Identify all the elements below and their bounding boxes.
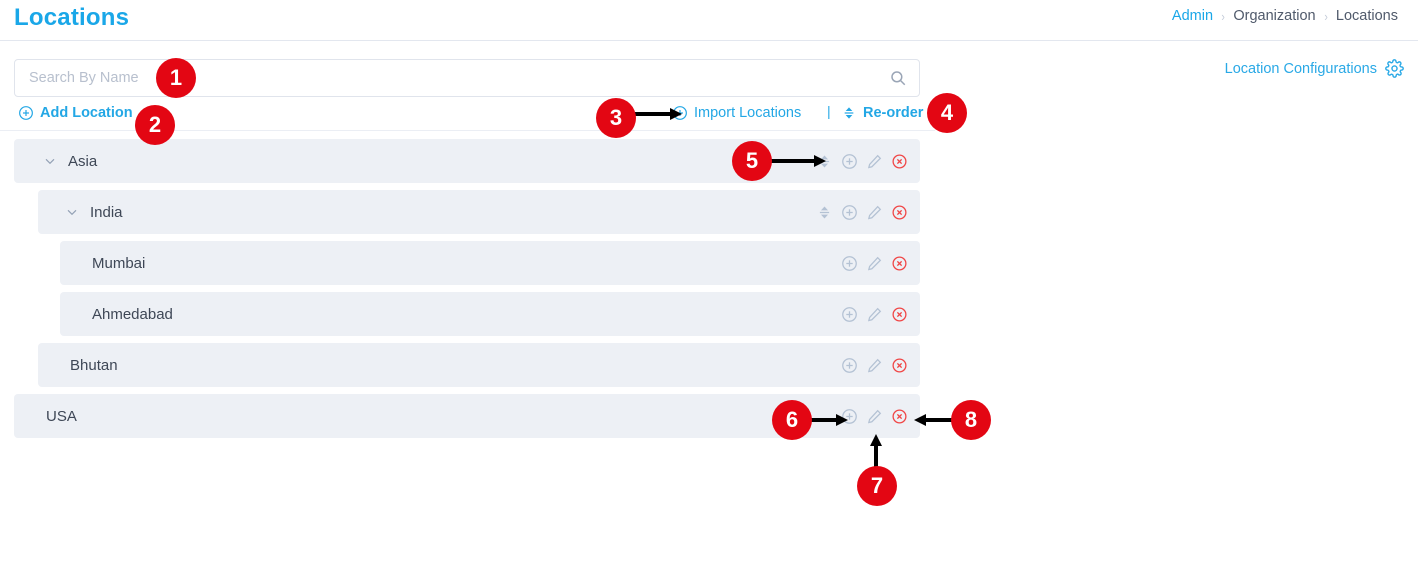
page-header: Locations Admin › Organization › Locatio…: [0, 0, 1418, 41]
tree-row-actions: [816, 139, 908, 183]
page-title: Locations: [14, 4, 130, 31]
annotation-arrow-7: [870, 434, 882, 468]
tree-row[interactable]: India: [38, 190, 920, 234]
annotation-marker-2: 2: [135, 105, 175, 145]
tree-row-label: Mumbai: [92, 254, 146, 272]
location-configurations-button[interactable]: Location Configurations: [1225, 59, 1404, 78]
tree-row-actions: [841, 343, 908, 387]
import-locations-label: Import Locations: [694, 105, 802, 121]
row-delete-icon[interactable]: [891, 306, 908, 323]
chevron-down-icon[interactable]: [42, 153, 58, 169]
plus-circle-icon: [19, 106, 33, 120]
annotation-arrow-5: [768, 155, 826, 167]
breadcrumb-item-organization[interactable]: Organization: [1227, 8, 1321, 24]
add-location-button[interactable]: Add Location: [18, 101, 133, 125]
row-edit-icon[interactable]: [866, 357, 883, 374]
annotation-marker-4: 4: [927, 93, 967, 133]
reorder-button[interactable]: Re-order: [841, 101, 923, 125]
breadcrumb-item-locations: Locations: [1335, 8, 1398, 24]
tree-row-label: India: [90, 203, 123, 221]
search-icon[interactable]: [889, 69, 907, 87]
row-add-icon[interactable]: [841, 153, 858, 170]
annotation-marker-8: 8: [951, 400, 991, 440]
annotation-marker-7: 7: [857, 466, 897, 506]
annotation-arrow-8: [914, 414, 952, 426]
tree-row-actions: [841, 241, 908, 285]
row-edit-icon[interactable]: [866, 204, 883, 221]
tree-row-actions: [816, 190, 908, 234]
gear-icon[interactable]: [1385, 59, 1404, 78]
row-delete-icon[interactable]: [891, 255, 908, 272]
row-edit-icon[interactable]: [866, 306, 883, 323]
annotation-marker-5: 5: [732, 141, 772, 181]
tree-row-actions: [841, 394, 908, 438]
search-input[interactable]: [15, 60, 881, 96]
tree-row-label: USA: [46, 407, 77, 425]
tree-row-label: Ahmedabad: [92, 305, 173, 323]
tree-row[interactable]: Ahmedabad: [60, 292, 920, 336]
tree-row[interactable]: Mumbai: [60, 241, 920, 285]
location-configurations-label: Location Configurations: [1224, 60, 1377, 77]
row-add-icon[interactable]: [841, 357, 858, 374]
breadcrumb-item-admin[interactable]: Admin: [1166, 8, 1219, 24]
row-add-icon[interactable]: [841, 306, 858, 323]
row-delete-icon[interactable]: [891, 357, 908, 374]
annotation-marker-3: 3: [596, 98, 636, 138]
row-delete-icon[interactable]: [891, 204, 908, 221]
annotation-marker-1: 1: [156, 58, 196, 98]
search-box[interactable]: [14, 59, 920, 97]
row-edit-icon[interactable]: [866, 255, 883, 272]
annotation-marker-6: 6: [772, 400, 812, 440]
chevron-down-icon[interactable]: [64, 204, 80, 220]
row-delete-icon[interactable]: [891, 153, 908, 170]
row-delete-icon[interactable]: [891, 408, 908, 425]
row-add-icon[interactable]: [841, 204, 858, 221]
toolbar-separator: |: [827, 103, 831, 119]
locations-page: Locations Admin › Organization › Locatio…: [0, 0, 1418, 585]
chevron-right-icon: ›: [1324, 8, 1328, 24]
annotation-arrow-6: [810, 414, 848, 426]
row-reorder-icon[interactable]: [816, 204, 833, 221]
add-location-label: Add Location: [40, 105, 133, 121]
chevron-right-icon: ›: [1221, 8, 1225, 24]
breadcrumb: Admin › Organization › Locations: [1166, 8, 1404, 24]
updown-arrow-icon: [844, 107, 854, 119]
row-edit-icon[interactable]: [866, 408, 883, 425]
tree-row-actions: [841, 292, 908, 336]
annotation-arrow-3: [630, 108, 682, 120]
tree-row[interactable]: Bhutan: [38, 343, 920, 387]
locations-tree: Asia India Mumbai Ahmedabad Bhutan USA: [0, 139, 935, 445]
reorder-label: Re-order: [863, 105, 924, 121]
tree-row-label: Bhutan: [70, 356, 118, 374]
annotation-arrow-2: [176, 116, 236, 138]
row-add-icon[interactable]: [841, 255, 858, 272]
row-edit-icon[interactable]: [866, 153, 883, 170]
tree-row-label: Asia: [68, 152, 98, 170]
import-locations-button[interactable]: Import Locations: [672, 101, 801, 125]
